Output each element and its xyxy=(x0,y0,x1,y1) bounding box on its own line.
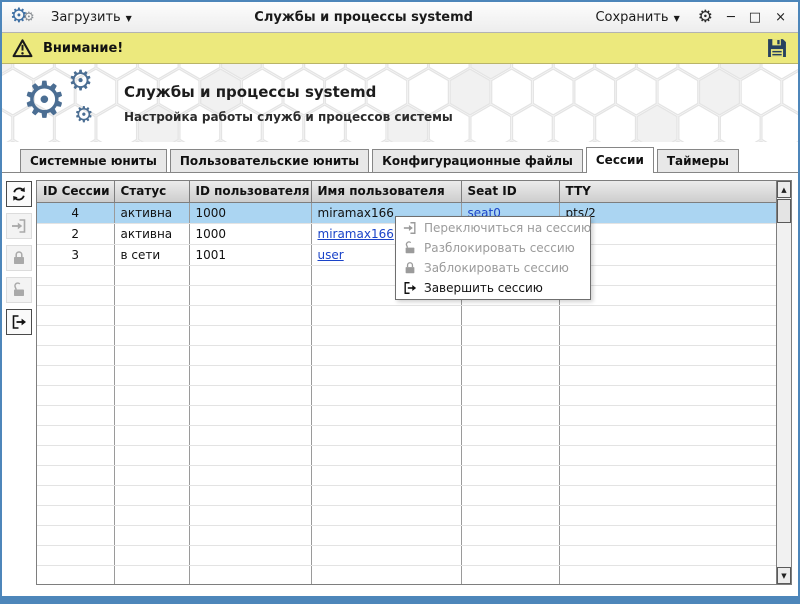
header-text: Службы и процессы systemd Настройка рабо… xyxy=(124,83,453,124)
empty-row xyxy=(37,505,776,526)
cell[interactable]: активна xyxy=(114,223,190,245)
context-menu-item[interactable]: Разблокировать сессию xyxy=(396,238,590,258)
exit-icon xyxy=(403,281,417,295)
cell-link[interactable]: miramax166 xyxy=(318,227,394,241)
column-header[interactable]: Статус xyxy=(114,181,190,203)
save-menu-label: Сохранить xyxy=(595,9,669,25)
column-header[interactable]: Имя пользователя xyxy=(311,181,462,203)
empty-row xyxy=(37,485,776,506)
app-window: ⚙ ⚙ Загрузить ▼ Службы и процессы system… xyxy=(0,0,800,604)
empty-row xyxy=(37,325,776,346)
empty-row xyxy=(37,425,776,446)
cell[interactable]: активна xyxy=(114,202,190,224)
page-subtitle: Настройка работы служб и процессов систе… xyxy=(124,109,453,124)
context-menu: Переключиться на сессию Разблокировать се… xyxy=(395,216,591,300)
vertical-scrollbar[interactable]: ▲ ▼ xyxy=(776,181,791,584)
empty-row xyxy=(37,385,776,406)
cell[interactable]: 3 xyxy=(37,244,115,266)
empty-row xyxy=(37,305,776,326)
window-controls: ─ □ × xyxy=(725,10,790,25)
terminate-session-button[interactable] xyxy=(6,309,32,335)
refresh-button[interactable] xyxy=(6,181,32,207)
tab-3[interactable]: Конфигурационные файлы xyxy=(372,149,583,172)
context-menu-item-label: Завершить сессию xyxy=(424,281,543,295)
scroll-thumb[interactable] xyxy=(777,199,791,223)
cell[interactable]: 1000 xyxy=(189,202,312,224)
empty-row xyxy=(37,345,776,366)
switch-to-session-button[interactable] xyxy=(6,213,32,239)
cell[interactable]: в сети xyxy=(114,244,190,266)
lock-icon xyxy=(11,250,27,266)
context-menu-item[interactable]: Заблокировать сессию xyxy=(396,258,590,278)
session-toolbar xyxy=(2,173,36,596)
tab-5[interactable]: Таймеры xyxy=(656,149,739,172)
empty-row xyxy=(37,445,776,466)
cell[interactable]: 2 xyxy=(37,223,115,245)
settings-gear-icon[interactable]: ⚙ xyxy=(694,8,717,26)
context-menu-item-label: Заблокировать сессию xyxy=(424,261,569,275)
unlock-icon xyxy=(403,241,417,255)
cell[interactable] xyxy=(559,244,776,266)
column-header[interactable]: Seat ID xyxy=(461,181,560,203)
titlebar: ⚙ ⚙ Загрузить ▼ Службы и процессы system… xyxy=(2,2,798,33)
chevron-down-icon: ▼ xyxy=(125,13,132,23)
table-header-row: ID Сессии Статус ID пользователя Имя пользо… xyxy=(37,181,776,203)
close-button[interactable]: × xyxy=(773,10,788,25)
empty-row xyxy=(37,565,776,584)
warning-text: Внимание! xyxy=(43,40,124,56)
save-floppy-icon[interactable] xyxy=(766,37,788,59)
context-menu-item-label: Разблокировать сессию xyxy=(424,241,575,255)
unlock-session-button[interactable] xyxy=(6,277,32,303)
column-header[interactable]: ID пользователя xyxy=(189,181,312,203)
window-title: Службы и процессы systemd xyxy=(254,9,473,25)
maximize-button[interactable]: □ xyxy=(747,10,763,25)
tab-4[interactable]: Сессии xyxy=(585,147,654,173)
cell[interactable]: 4 xyxy=(37,202,115,224)
lock-session-button[interactable] xyxy=(6,245,32,271)
empty-row xyxy=(37,525,776,546)
load-menu-label: Загрузить xyxy=(51,9,121,25)
column-header[interactable]: ID Сессии xyxy=(37,181,115,203)
lock-icon xyxy=(403,261,417,275)
empty-row xyxy=(37,365,776,386)
app-logo-gears-icon: ⚙ ⚙ ⚙ xyxy=(22,64,94,129)
cell-link[interactable]: user xyxy=(318,248,344,262)
header-banner: ⚙ ⚙ ⚙ Службы и процессы systemd Настройк… xyxy=(2,64,798,142)
scroll-down-button[interactable]: ▼ xyxy=(777,567,791,584)
empty-row xyxy=(37,545,776,566)
switch-session-icon xyxy=(11,218,27,234)
cell[interactable] xyxy=(559,223,776,245)
context-menu-item[interactable]: Переключиться на сессию xyxy=(396,218,592,238)
app-gears-icon: ⚙ ⚙ xyxy=(10,3,37,29)
cell[interactable]: 1000 xyxy=(189,223,312,245)
unlock-icon xyxy=(11,282,27,298)
scroll-track[interactable] xyxy=(777,223,791,567)
cell[interactable]: 1001 xyxy=(189,244,312,266)
tab-bar: Системные юниты Пользовательские юниты Кон… xyxy=(2,142,798,173)
empty-row xyxy=(37,405,776,426)
chevron-down-icon: ▼ xyxy=(673,13,680,23)
context-menu-item[interactable]: Завершить сессию xyxy=(396,278,590,298)
refresh-icon xyxy=(11,186,27,202)
minimize-button[interactable]: ─ xyxy=(725,10,737,25)
tab-1[interactable]: Системные юниты xyxy=(20,149,167,172)
cell[interactable]: pts/2 xyxy=(559,202,776,224)
gear-icon: ⚙ xyxy=(23,10,35,25)
warning-icon xyxy=(12,38,33,59)
context-menu-item-label: Переключиться на сессию xyxy=(424,221,592,235)
page-title: Службы и процессы systemd xyxy=(124,82,377,101)
scroll-up-button[interactable]: ▲ xyxy=(777,181,791,198)
save-menu-button[interactable]: Сохранить ▼ xyxy=(589,7,685,28)
load-menu-button[interactable]: Загрузить ▼ xyxy=(45,7,138,28)
exit-icon xyxy=(11,314,27,330)
switch-session-icon xyxy=(403,221,417,235)
column-header[interactable]: TTY xyxy=(559,181,776,203)
warning-bar: Внимание! xyxy=(2,33,798,64)
tab-2[interactable]: Пользовательские юниты xyxy=(169,149,370,172)
empty-row xyxy=(37,465,776,486)
